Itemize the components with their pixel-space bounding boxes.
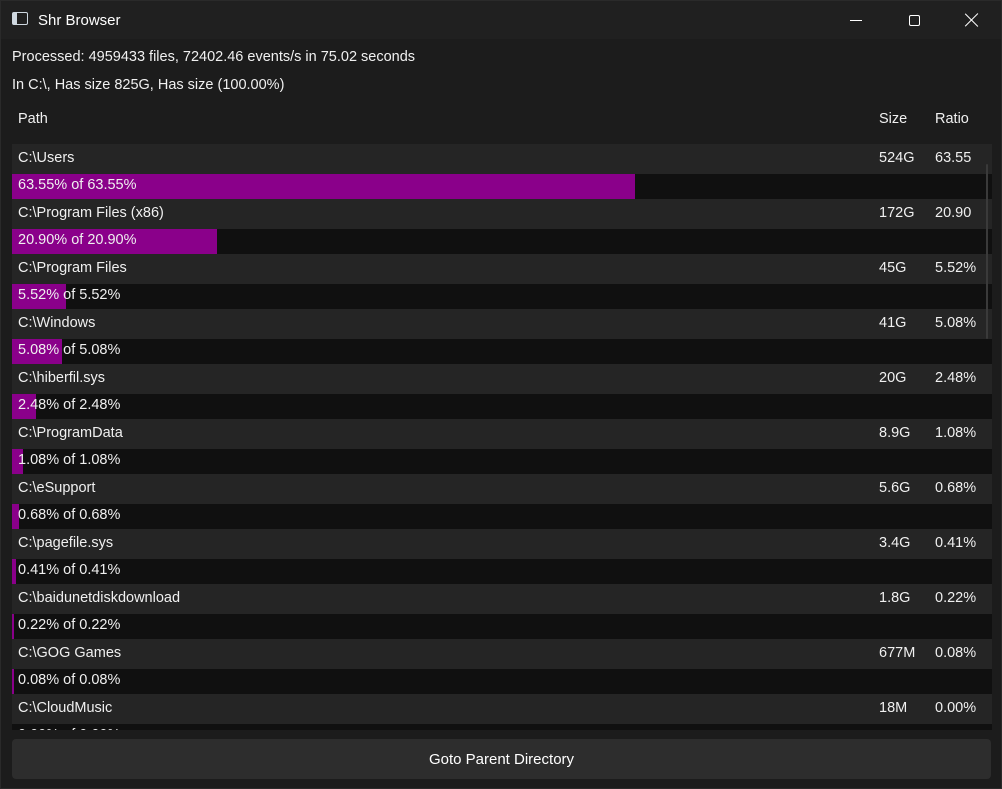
- item-ratio: 5.52%: [935, 260, 977, 276]
- item-path: C:\Program Files: [18, 260, 127, 276]
- list-item-header[interactable]: C:\Windows 41G 5.08%: [12, 309, 992, 339]
- column-header: Path Size Ratio: [12, 104, 992, 134]
- list-item-header[interactable]: C:\Program Files 45G 5.52%: [12, 254, 992, 284]
- list-item[interactable]: C:\hiberfil.sys 20G 2.48% 2.48% of 2.48%: [12, 364, 992, 419]
- current-location-status: In C:\, Has size 825G, Has size (100.00%…: [12, 77, 285, 93]
- size-bar-track: 0.08% of 0.08%: [12, 669, 992, 694]
- list-item[interactable]: C:\pagefile.sys 3.4G 0.41% 0.41% of 0.41%: [12, 529, 992, 584]
- size-bar-track: 0.41% of 0.41%: [12, 559, 992, 584]
- item-size: 20G: [879, 370, 907, 386]
- item-size: 677M: [879, 645, 916, 661]
- size-bar-label: 0.08% of 0.08%: [18, 672, 121, 688]
- item-size: 5.6G: [879, 480, 911, 496]
- item-ratio: 0.41%: [935, 535, 977, 551]
- column-header-path[interactable]: Path: [18, 111, 48, 127]
- maximize-icon: [908, 14, 920, 26]
- goto-parent-directory-button[interactable]: Goto Parent Directory: [12, 739, 991, 779]
- item-path: C:\Windows: [18, 315, 96, 331]
- list-item-header[interactable]: C:\ProgramData 8.9G 1.08%: [12, 419, 992, 449]
- size-bar-track: 1.08% of 1.08%: [12, 449, 992, 474]
- item-size: 524G: [879, 150, 915, 166]
- item-path: C:\hiberfil.sys: [18, 370, 106, 386]
- size-bar-track: 5.52% of 5.52%: [12, 284, 992, 309]
- size-bar-label: 5.08% of 5.08%: [18, 342, 121, 358]
- directory-list[interactable]: C:\Users 524G 63.55 63.55% of 63.55% C:\Prog…: [12, 144, 992, 730]
- column-header-ratio[interactable]: Ratio: [935, 111, 969, 127]
- app-window: Shr Browser Processed: 4959433 files, 72…: [0, 0, 1002, 789]
- size-bar-label: 1.08% of 1.08%: [18, 452, 121, 468]
- item-path: C:\CloudMusic: [18, 700, 113, 716]
- item-path: C:\Program Files (x86): [18, 205, 164, 221]
- list-item[interactable]: C:\Program Files 45G 5.52% 5.52% of 5.52%: [12, 254, 992, 309]
- list-item-header[interactable]: C:\eSupport 5.6G 0.68%: [12, 474, 992, 504]
- list-item[interactable]: C:\Users 524G 63.55 63.55% of 63.55%: [12, 144, 992, 199]
- item-ratio: 0.22%: [935, 590, 977, 606]
- window-title: Shr Browser: [38, 12, 121, 29]
- list-item-header[interactable]: C:\baidunetdiskdownload 1.8G 0.22%: [12, 584, 992, 614]
- size-bar-track: 5.08% of 5.08%: [12, 339, 992, 364]
- size-bar-fill: [12, 559, 17, 584]
- size-bar-label: 20.90% of 20.90%: [18, 232, 137, 248]
- list-item[interactable]: C:\GOG Games 677M 0.08% 0.08% of 0.08%: [12, 639, 992, 694]
- size-bar-fill: [12, 614, 15, 639]
- list-item[interactable]: C:\CloudMusic 18M 0.00% 0.00% of 0.00%: [12, 694, 992, 730]
- list-item[interactable]: C:\Program Files (x86) 172G 20.90 20.90% of…: [12, 199, 992, 254]
- item-size: 45G: [879, 260, 907, 276]
- minimize-icon: [850, 19, 862, 21]
- minimize-button[interactable]: [827, 1, 885, 39]
- size-bar-label: 63.55% of 63.55%: [18, 177, 137, 193]
- item-path: C:\GOG Games: [18, 645, 122, 661]
- item-size: 1.8G: [879, 590, 911, 606]
- item-ratio: 0.08%: [935, 645, 977, 661]
- list-item-header[interactable]: C:\GOG Games 677M 0.08%: [12, 639, 992, 669]
- list-item[interactable]: C:\eSupport 5.6G 0.68% 0.68% of 0.68%: [12, 474, 992, 529]
- size-bar-track: 0.00% of 0.00%: [12, 724, 992, 730]
- item-path: C:\ProgramData: [18, 425, 123, 441]
- item-size: 8.9G: [879, 425, 911, 441]
- item-ratio: 5.08%: [935, 315, 977, 331]
- item-ratio: 1.08%: [935, 425, 977, 441]
- item-path: C:\Users: [18, 150, 75, 166]
- list-scrollbar[interactable]: [986, 164, 988, 339]
- list-item-header[interactable]: C:\Users 524G 63.55: [12, 144, 992, 174]
- size-bar-label: 5.52% of 5.52%: [18, 287, 121, 303]
- size-bar-track: 63.55% of 63.55%: [12, 174, 992, 199]
- item-ratio: 63.55: [935, 150, 972, 166]
- item-path: C:\baidunetdiskdownload: [18, 590, 181, 606]
- list-item[interactable]: C:\ProgramData 8.9G 1.08% 1.08% of 1.08%: [12, 419, 992, 474]
- size-bar-label: 0.41% of 0.41%: [18, 562, 121, 578]
- list-item-header[interactable]: C:\Program Files (x86) 172G 20.90: [12, 199, 992, 229]
- size-bar-fill: [12, 669, 14, 694]
- size-bar-label: 0.22% of 0.22%: [18, 617, 121, 633]
- item-path: C:\eSupport: [18, 480, 96, 496]
- size-bar-label: 0.00% of 0.00%: [18, 727, 120, 730]
- title-bar[interactable]: Shr Browser: [1, 1, 1001, 39]
- item-size: 3.4G: [879, 535, 911, 551]
- item-size: 172G: [879, 205, 915, 221]
- item-size: 41G: [879, 315, 907, 331]
- size-bar-label: 0.68% of 0.68%: [18, 507, 121, 523]
- size-bar-track: 2.48% of 2.48%: [12, 394, 992, 419]
- list-item-header[interactable]: C:\pagefile.sys 3.4G 0.41%: [12, 529, 992, 559]
- size-bar-track: 20.90% of 20.90%: [12, 229, 992, 254]
- size-bar-track: 0.68% of 0.68%: [12, 504, 992, 529]
- list-item[interactable]: C:\baidunetdiskdownload 1.8G 0.22% 0.22% of…: [12, 584, 992, 639]
- item-ratio: 2.48%: [935, 370, 977, 386]
- item-ratio: 0.00%: [935, 700, 977, 716]
- list-item-header[interactable]: C:\CloudMusic 18M 0.00%: [12, 694, 992, 724]
- close-icon: [965, 13, 979, 27]
- column-header-size[interactable]: Size: [879, 111, 907, 127]
- app-window-icon: [12, 12, 28, 25]
- list-item[interactable]: C:\Windows 41G 5.08% 5.08% of 5.08%: [12, 309, 992, 364]
- processed-status: Processed: 4959433 files, 72402.46 event…: [12, 49, 416, 65]
- item-ratio: 0.68%: [935, 480, 977, 496]
- size-bar-track: 0.22% of 0.22%: [12, 614, 992, 639]
- size-bar-label: 2.48% of 2.48%: [18, 397, 121, 413]
- maximize-button[interactable]: [885, 1, 943, 39]
- close-button[interactable]: [943, 1, 1001, 39]
- item-path: C:\pagefile.sys: [18, 535, 114, 551]
- list-item-header[interactable]: C:\hiberfil.sys 20G 2.48%: [12, 364, 992, 394]
- item-size: 18M: [879, 700, 908, 716]
- item-ratio: 20.90: [935, 205, 972, 221]
